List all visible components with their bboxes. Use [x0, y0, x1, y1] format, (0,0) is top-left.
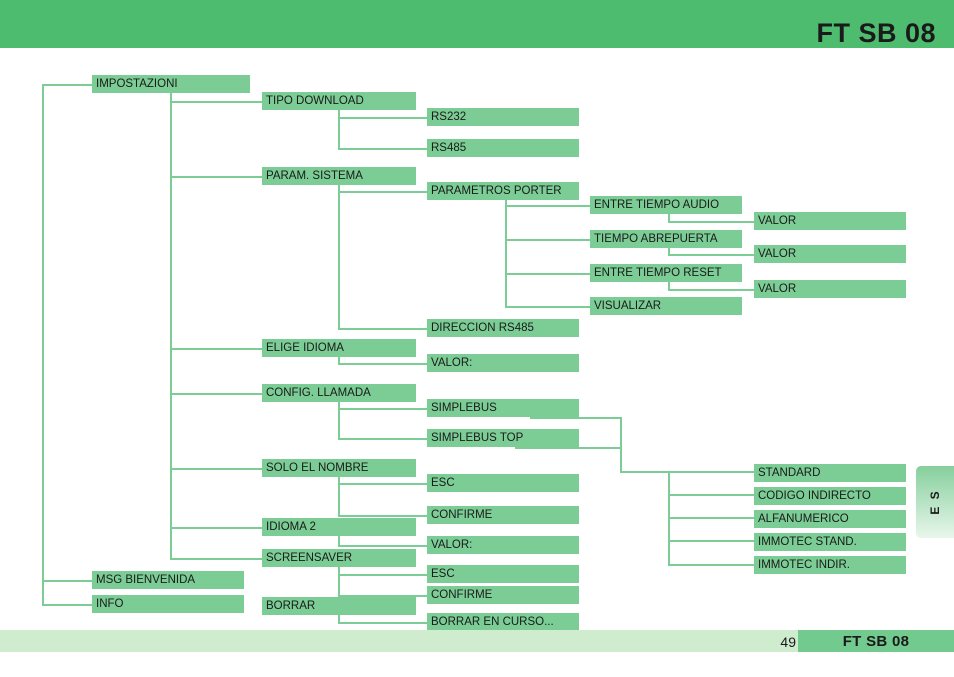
tree-connector [668, 282, 670, 289]
tree-connector [42, 580, 92, 582]
diagram-page: FT SB 08 IMPOSTAZIONI TIPO DOWNLOAD RS232 R… [0, 0, 954, 677]
tree-node-entre-tiempo-reset: ENTRE TIEMPO RESET [590, 264, 742, 282]
tree-node-simplebus: SIMPLEBUS [427, 399, 579, 417]
tree-node-param-sistema: PARAM. SISTEMA [262, 167, 416, 185]
tree-node-entre-tiempo-audio: ENTRE TIEMPO AUDIO [590, 196, 742, 214]
tree-node-direccion-rs485: DIRECCION RS485 [427, 319, 579, 337]
tree-connector [338, 148, 427, 150]
tree-node-borrar-en-curso: BORRAR EN CURSO... [427, 613, 579, 631]
tree-node-idioma-2: IDIOMA 2 [262, 518, 416, 536]
tree-node-valor-idioma-2: VALOR: [427, 536, 579, 554]
tree-node-esc-screensaver: ESC [427, 565, 579, 583]
tree-node-codigo-indirecto: CODIGO INDIRECTO [754, 487, 906, 505]
tree-connector [620, 471, 670, 473]
tree-connector [668, 517, 754, 519]
tree-connector [338, 574, 427, 576]
tree-connector [42, 84, 92, 86]
tree-node-immotec-stand: IMMOTEC STAND. [754, 533, 906, 551]
tree-node-confirme-screensaver: CONFIRME [427, 586, 579, 604]
tree-connector [170, 101, 262, 103]
tree-connector [505, 306, 590, 308]
tree-connector [668, 494, 754, 496]
tree-node-rs485: RS485 [427, 139, 579, 157]
tree-node-impostazioni: IMPOSTAZIONI [92, 75, 250, 93]
tree-connector [530, 417, 620, 419]
tree-connector [668, 564, 754, 566]
tree-connector [338, 191, 427, 193]
tree-connector [505, 239, 590, 241]
header-bar [0, 0, 954, 48]
tree-node-simplebus-top: SIMPLEBUS TOP [427, 429, 579, 447]
tree-connector [668, 471, 754, 473]
tree-connector [338, 408, 427, 410]
tree-connector [170, 527, 262, 529]
tree-node-alfanumerico: ALFANUMERICO [754, 510, 906, 528]
tree-node-msg-bienvenida: MSG BIENVENIDA [92, 571, 244, 589]
tree-connector [668, 540, 754, 542]
tree-node-borrar: BORRAR [262, 597, 416, 615]
tree-node-esc-nombre: ESC [427, 474, 579, 492]
tree-connector [338, 483, 427, 485]
tree-node-info: INFO [92, 595, 244, 613]
footer-page-number: 49 [780, 634, 796, 650]
tree-connector [505, 205, 590, 207]
tree-connector [338, 363, 427, 365]
tree-connector [668, 254, 754, 256]
tree-node-tiempo-abrepuerta: TIEMPO ABREPUERTA [590, 230, 742, 248]
tree-connector [668, 214, 670, 221]
tree-node-rs232: RS232 [427, 108, 579, 126]
tree-node-elige-idioma: ELIGE IDIOMA [262, 339, 416, 357]
tree-connector [170, 558, 262, 560]
tree-node-solo-el-nombre: SOLO EL NOMBRE [262, 459, 416, 477]
tree-connector [338, 185, 340, 328]
tree-connector [338, 515, 427, 517]
tree-connector [515, 447, 620, 449]
tree-connector [668, 289, 754, 291]
tree-node-valor-audio: VALOR [754, 212, 906, 230]
tree-node-valor-idioma: VALOR: [427, 354, 579, 372]
tree-node-immotec-indir: IMMOTEC INDIR. [754, 556, 906, 574]
tree-connector [42, 604, 92, 606]
tree-connector [338, 545, 427, 547]
tree-node-visualizar: VISUALIZAR [590, 297, 742, 315]
tree-connector [170, 468, 262, 470]
tree-connector [42, 84, 44, 606]
tree-node-valor-reset: VALOR [754, 280, 906, 298]
tree-node-standard: STANDARD [754, 464, 906, 482]
tree-connector [620, 417, 622, 473]
tree-node-valor-abrepuerta: VALOR [754, 245, 906, 263]
tree-connector [505, 273, 590, 275]
tree-connector [338, 622, 427, 624]
tree-connector [338, 438, 427, 440]
tree-connector [505, 200, 507, 306]
page-title: FT SB 08 [816, 18, 936, 48]
footer-brand: FT SB 08 [798, 630, 954, 652]
tree-connector [170, 176, 262, 178]
tree-connector [338, 110, 340, 148]
tree-node-tipo-download: TIPO DOWNLOAD [262, 92, 416, 110]
tree-node-config-llamada: CONFIG. LLAMADA [262, 384, 416, 402]
tree-node-screensaver: SCREENSAVER [262, 549, 416, 567]
tree-connector [170, 348, 262, 350]
language-tab-label: E S [928, 489, 942, 515]
tree-node-confirme-nombre: CONFIRME [427, 506, 579, 524]
language-tab[interactable]: E S [916, 466, 954, 538]
tree-connector [338, 117, 427, 119]
tree-node-parametros-porter: PARAMETROS PORTER [427, 182, 579, 200]
tree-connector [668, 221, 754, 223]
tree-connector [338, 328, 427, 330]
tree-connector [170, 393, 262, 395]
tree-connector [170, 93, 172, 558]
